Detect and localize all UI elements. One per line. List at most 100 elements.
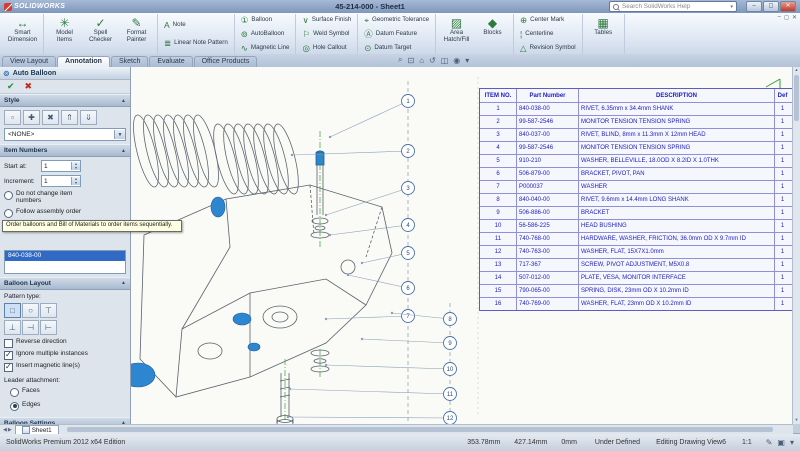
- bom-row[interactable]: 6 506-879-00 BRACKET, PIVOT, PAN 1: [480, 167, 792, 180]
- style-button[interactable]: ⇑: [61, 110, 78, 125]
- ok-button[interactable]: ✔: [7, 81, 15, 92]
- layout-checkbox[interactable]: Reverse direction: [4, 338, 126, 348]
- bom-row[interactable]: 16 740-769-00 WASHER, FLAT, 23mm OD X 10…: [480, 297, 792, 310]
- bom-row[interactable]: 13 717-367 SCREW, PIVOT ADJUSTMENT, M5X0…: [480, 258, 792, 271]
- view-tool-icon[interactable]: ▾: [465, 56, 469, 65]
- ribbon-button[interactable]: ▦Tables: [586, 14, 621, 55]
- pattern-type-button[interactable]: ⊣: [22, 320, 39, 335]
- horizontal-scroll-thumb[interactable]: [67, 427, 773, 432]
- ribbon-button[interactable]: ⊕Center Mark: [517, 14, 579, 27]
- sheet-nav-arrow[interactable]: ◀: [3, 427, 7, 433]
- ribbon-tab[interactable]: Annotation: [57, 56, 110, 67]
- edit-balloons-list[interactable]: 840-038-00: [4, 250, 126, 274]
- status-icon[interactable]: ▣: [777, 438, 785, 447]
- ribbon-button[interactable]: ≣Linear Note Pattern: [161, 37, 231, 50]
- pattern-type-button[interactable]: ⊤: [40, 303, 57, 318]
- search-dropdown-icon[interactable]: ▾: [730, 4, 733, 10]
- sheet-tab[interactable]: Sheet1: [15, 425, 59, 434]
- vertical-scroll-thumb[interactable]: [794, 75, 799, 121]
- layout-checkbox[interactable]: Insert magnetic line(s): [4, 362, 126, 372]
- status-icon[interactable]: ✎: [766, 438, 773, 447]
- item-number-option[interactable]: Follow assembly order: [4, 208, 126, 218]
- ribbon-button[interactable]: ⒶDatum Feature: [361, 28, 432, 41]
- view-tool-icon[interactable]: ◫: [441, 56, 449, 65]
- bom-row[interactable]: 4 99-587-2546 MONITOR TENSION TENSION SP…: [480, 141, 792, 154]
- spinner-icon[interactable]: ▲▼: [71, 162, 80, 170]
- sheet-nav-arrow[interactable]: ▶: [8, 427, 12, 433]
- bom-row[interactable]: 1 840-038-00 RIVET, 6.35mm x 34.4mm SHAN…: [480, 102, 792, 115]
- window-button[interactable]: –: [746, 1, 762, 12]
- ribbon-button[interactable]: ANote: [161, 19, 231, 32]
- scroll-up-icon[interactable]: ▲: [793, 67, 800, 74]
- view-tool-icon[interactable]: ⌕: [398, 55, 402, 65]
- ribbon-button[interactable]: ¦Centerline: [517, 28, 579, 41]
- bom-row[interactable]: 12 740-763-00 WASHER, FLAT, 15X7X1.0mm 1: [480, 245, 792, 258]
- bom-row[interactable]: 11 740-768-00 HARDWARE, WASHER, FRICTION…: [480, 232, 792, 245]
- leader-attachment-option[interactable]: Faces: [10, 387, 126, 397]
- style-button[interactable]: ✚: [23, 110, 40, 125]
- ribbon-group-centermark: ⊕Center Mark¦Centerline△Revision Symbol: [514, 14, 583, 55]
- bom-row[interactable]: 3 840-037-00 RIVET, BLIND, 8mm x 11.3mm …: [480, 128, 792, 141]
- view-tool-icon[interactable]: ↺: [429, 56, 436, 65]
- style-dropdown[interactable]: <NONE> ▼: [4, 128, 126, 141]
- ribbon-button[interactable]: ◆Blocks: [475, 14, 510, 55]
- ribbon-button[interactable]: ①Balloon: [238, 14, 293, 27]
- window-button[interactable]: ◻: [763, 1, 779, 12]
- cancel-button[interactable]: ✖: [25, 81, 33, 92]
- bom-row[interactable]: 5 910-210 WASHER, BELLEVILLE, 18.0OD X 8…: [480, 154, 792, 167]
- ribbon-button[interactable]: ✓Spell Checker: [83, 14, 118, 55]
- ribbon-button[interactable]: ▨Area Hatch/Fill: [439, 14, 474, 55]
- document-window-button[interactable]: ◻: [784, 14, 789, 21]
- ribbon-tab[interactable]: View Layout: [2, 56, 56, 67]
- spinner-icon[interactable]: ▲▼: [71, 177, 80, 185]
- pattern-type-button[interactable]: ○: [22, 303, 39, 318]
- document-window-button[interactable]: –: [778, 14, 781, 21]
- ribbon-button[interactable]: ✳Model Items: [47, 14, 82, 55]
- section-style-header[interactable]: Style ▲: [0, 94, 130, 107]
- start-at-input[interactable]: 1 ▲▼: [41, 160, 81, 172]
- view-tool-icon[interactable]: ⌂: [419, 56, 424, 65]
- style-button[interactable]: ▫: [4, 110, 21, 125]
- window-button[interactable]: ✕: [780, 1, 796, 12]
- pattern-type-button[interactable]: ⊥: [4, 320, 21, 335]
- leader-attachment-option[interactable]: Edges: [10, 401, 126, 411]
- bom-row[interactable]: 9 506-886-00 BRACKET 1: [480, 206, 792, 219]
- section-item-numbers-header[interactable]: Item Numbers ▲: [0, 144, 130, 157]
- tension-spring-right[interactable]: [209, 122, 304, 196]
- ribbon-button[interactable]: ∨Surface Finish: [299, 14, 354, 27]
- balloon-leader: [330, 101, 408, 137]
- bom-row[interactable]: 10 56-586-225 HEAD BUSHING 1: [480, 219, 792, 232]
- pattern-type-button[interactable]: ⊢: [40, 320, 57, 335]
- ribbon-button[interactable]: ⌖Geometric Tolerance: [361, 14, 432, 27]
- view-tool-icon[interactable]: ◉: [453, 56, 460, 65]
- bom-row[interactable]: 7 P000037 WASHER 1: [480, 180, 792, 193]
- pattern-type-button[interactable]: □: [4, 303, 21, 318]
- ribbon-button[interactable]: ✎Format Painter: [119, 14, 154, 55]
- tension-spring-left[interactable]: [130, 113, 224, 189]
- bom-row[interactable]: 15 790-065-00 SPRING, DISK, 23mm OD X 10…: [480, 284, 792, 297]
- ribbon-tab[interactable]: Sketch: [111, 56, 148, 67]
- bom-row[interactable]: 8 840-040-00 RIVET, 9.6mm x 14.4mm LONG …: [480, 193, 792, 206]
- style-button[interactable]: ✖: [42, 110, 59, 125]
- search-box[interactable]: Search SolidWorks Help ▾: [609, 1, 737, 12]
- bom-row[interactable]: 14 507-012-00 PLATE, VESA, MONITOR INTER…: [480, 271, 792, 284]
- status-icon[interactable]: ▾: [790, 438, 794, 447]
- increment-input[interactable]: 1 ▲▼: [41, 175, 81, 187]
- item-number-option[interactable]: Do not change item numbers: [4, 190, 126, 205]
- ribbon-tab[interactable]: Evaluate: [149, 56, 192, 67]
- section-balloon-layout-header[interactable]: Balloon Layout ▲: [0, 277, 130, 290]
- list-item[interactable]: 840-038-00: [5, 251, 125, 261]
- style-button[interactable]: ⇓: [80, 110, 97, 125]
- bracket-body[interactable]: [140, 185, 392, 397]
- document-window-button[interactable]: ✕: [792, 14, 797, 21]
- bom-table[interactable]: ITEM NO. Part Number DESCRIPTION Def 1 8…: [479, 88, 793, 311]
- bom-row[interactable]: 2 99-587-2546 MONITOR TENSION TENSION SP…: [480, 115, 792, 128]
- ribbon-tab[interactable]: Office Products: [194, 56, 258, 67]
- view-tool-icon[interactable]: ⊡: [407, 56, 414, 65]
- ribbon-button[interactable]: ↔Smart Dimension: [5, 14, 40, 55]
- layout-checkbox[interactable]: Ignore multiple instances: [4, 350, 126, 360]
- ribbon-button[interactable]: ⊚AutoBalloon: [238, 28, 293, 41]
- vertical-scrollbar[interactable]: ▲ ▼: [792, 67, 800, 424]
- scroll-down-icon[interactable]: ▼: [793, 417, 800, 424]
- ribbon-button[interactable]: ⚐Weld Symbol: [299, 28, 354, 41]
